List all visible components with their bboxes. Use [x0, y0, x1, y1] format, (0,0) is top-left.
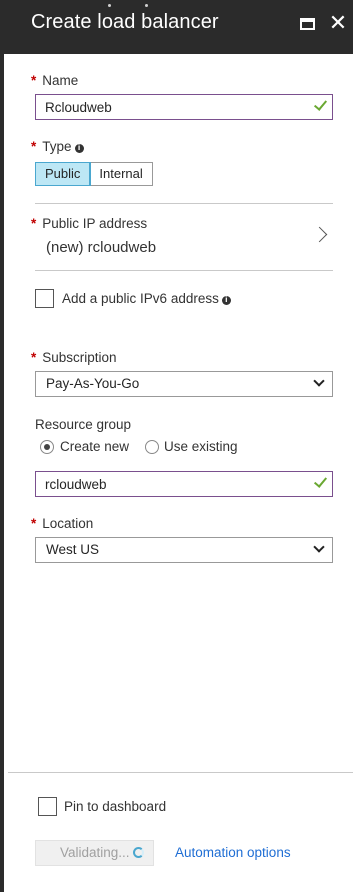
pin-to-dashboard-checkbox[interactable]	[38, 797, 57, 816]
subscription-label: * Subscription	[31, 350, 117, 365]
ipv6-label[interactable]: Add a public IPv6 address i	[62, 291, 231, 306]
chevron-down-icon	[313, 541, 325, 553]
maximize-icon	[299, 18, 315, 30]
drag-dot-icon	[145, 4, 148, 7]
name-field[interactable]	[35, 94, 333, 120]
chevron-down-icon	[313, 375, 325, 387]
required-asterisk: *	[31, 73, 37, 88]
type-label-text: Type	[42, 139, 72, 154]
ipv6-label-text: Add a public IPv6 address	[62, 291, 219, 306]
required-asterisk: *	[31, 139, 37, 154]
required-asterisk: *	[31, 516, 37, 531]
maximize-button[interactable]	[294, 12, 320, 36]
type-option-public[interactable]: Public	[34, 162, 92, 186]
subscription-dropdown[interactable]: Pay-As-You-Go	[35, 371, 333, 397]
public-ip-label: * Public IP address	[31, 216, 147, 231]
use-existing-label[interactable]: Use existing	[164, 439, 238, 454]
drag-dot-icon	[108, 4, 111, 7]
public-ip-label-text: Public IP address	[42, 216, 148, 231]
create-new-radio[interactable]	[40, 440, 54, 454]
location-dropdown[interactable]: West US	[35, 537, 333, 563]
checkmark-icon	[314, 97, 328, 115]
name-input[interactable]	[36, 95, 296, 119]
resource-group-label: Resource group	[35, 417, 132, 432]
resource-group-input[interactable]	[36, 472, 296, 496]
location-value: West US	[46, 542, 100, 557]
validating-label: Validating...	[60, 845, 130, 860]
type-toggle: Public Internal	[34, 162, 153, 186]
resource-group-field[interactable]	[35, 471, 333, 497]
info-icon[interactable]: i	[221, 296, 231, 305]
required-asterisk: *	[31, 216, 37, 231]
public-ip-value: (new) rcloudweb	[46, 239, 157, 256]
create-new-label[interactable]: Create new	[60, 439, 129, 454]
blade-header: Create load balancer ✕	[4, 0, 353, 54]
use-existing-radio[interactable]	[145, 440, 159, 454]
chevron-right-icon	[311, 226, 328, 243]
create-load-balancer-blade: Create load balancer ✕ *Name *Typei Publ…	[0, 0, 353, 892]
type-label: * Type i	[31, 139, 84, 154]
public-ip-selector[interactable]: * Public IP address (new) rcloudweb	[31, 203, 333, 271]
info-icon[interactable]: i	[74, 144, 84, 153]
footer-divider	[8, 772, 353, 773]
name-label-text: Name	[42, 73, 79, 88]
close-icon: ✕	[328, 11, 348, 36]
checkmark-icon	[314, 474, 328, 492]
name-label: * Name	[31, 73, 78, 88]
subscription-value: Pay-As-You-Go	[46, 376, 140, 391]
ipv6-checkbox[interactable]	[35, 289, 54, 308]
divider	[35, 270, 333, 271]
location-label: * Location	[31, 516, 93, 531]
automation-options-link[interactable]: Automation options	[175, 845, 291, 860]
type-option-internal[interactable]: Internal	[90, 163, 151, 185]
required-asterisk: *	[31, 350, 37, 365]
location-label-text: Location	[42, 516, 94, 531]
blade-title: Create load balancer	[31, 11, 219, 33]
validating-button[interactable]: Validating...	[35, 840, 154, 866]
spinner-icon	[133, 847, 144, 858]
close-button[interactable]: ✕	[325, 12, 351, 36]
subscription-label-text: Subscription	[42, 350, 117, 365]
pin-to-dashboard-label[interactable]: Pin to dashboard	[64, 799, 166, 814]
